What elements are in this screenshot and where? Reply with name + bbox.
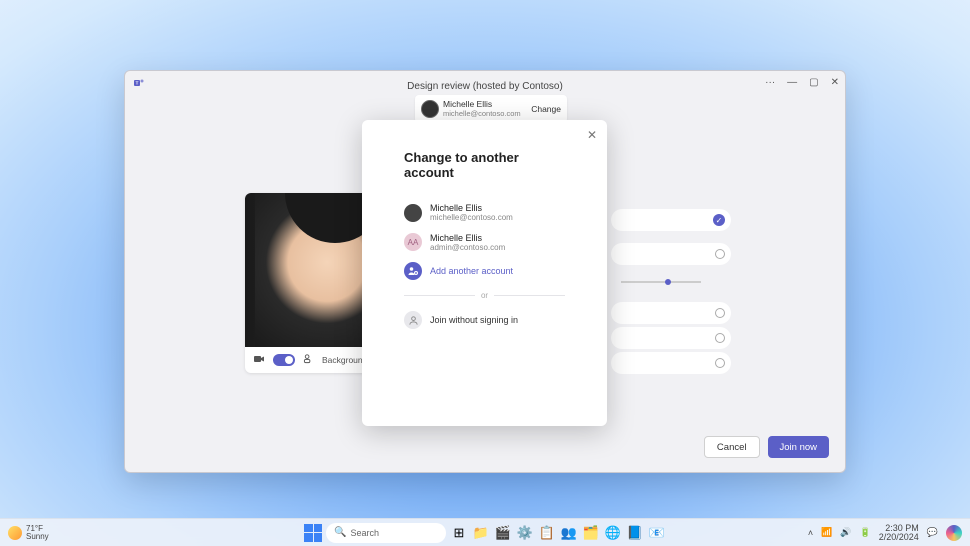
volume-slider[interactable]	[611, 271, 731, 293]
preview-face	[255, 193, 375, 347]
tray-chevron-icon[interactable]: ˄	[808, 528, 813, 538]
word-icon[interactable]: 📘	[626, 524, 644, 542]
join-guest-label: Join without signing in	[430, 315, 518, 325]
audio-settings[interactable]	[611, 243, 731, 265]
change-account-modal: ✕ Change to another account Michelle Ell…	[362, 120, 607, 426]
teams-app-icon: T	[133, 77, 145, 92]
close-icon[interactable]: ✕	[831, 77, 839, 88]
wifi-icon[interactable]: 📶	[821, 527, 832, 538]
copilot-icon[interactable]	[946, 525, 962, 541]
teams-taskbar-icon[interactable]: 👥	[560, 524, 578, 542]
search-placeholder: Search	[350, 528, 379, 538]
avatar	[421, 100, 439, 118]
account-item-0[interactable]: Michelle Ellis michelle@contoso.com	[404, 198, 565, 228]
background-filters-icon[interactable]	[303, 353, 314, 367]
audio-option-selected[interactable]: ✓	[611, 209, 731, 231]
add-another-account[interactable]: Add another account	[404, 257, 565, 285]
battery-icon[interactable]: 🔋	[860, 527, 871, 538]
settings-icon[interactable]: ⚙️	[516, 524, 534, 542]
outlook-icon[interactable]: 📧	[648, 524, 666, 542]
task-view-icon[interactable]: ⊞	[450, 524, 468, 542]
camera-icon[interactable]	[253, 354, 265, 367]
prejoin-actions: Cancel Join now	[704, 436, 829, 458]
cancel-button[interactable]: Cancel	[704, 436, 760, 458]
window-controls: ··· — ▢ ✕	[765, 77, 839, 88]
search-icon: 🔍	[334, 527, 346, 538]
add-another-label: Add another account	[430, 266, 513, 276]
account-email: michelle@contoso.com	[443, 110, 531, 118]
edge-icon[interactable]: 🌐	[604, 524, 622, 542]
check-icon: ✓	[713, 214, 725, 226]
weather-icon	[8, 526, 22, 540]
audio-option-3[interactable]	[611, 327, 731, 349]
weather-widget[interactable]: 71°F Sunny	[8, 525, 49, 541]
join-without-signin[interactable]: Join without signing in	[404, 306, 565, 334]
gear-icon	[715, 249, 725, 259]
add-account-icon	[404, 262, 422, 280]
explorer2-icon[interactable]: 🗂️	[582, 524, 600, 542]
maximize-icon[interactable]: ▢	[809, 77, 818, 88]
avatar: AA	[404, 233, 422, 251]
start-button[interactable]	[304, 524, 322, 542]
change-account-link[interactable]: Change	[531, 104, 561, 114]
more-icon[interactable]: ···	[765, 77, 775, 88]
volume-icon[interactable]: 🔊	[840, 527, 851, 538]
account-name: Michelle Ellis	[430, 203, 513, 213]
account-name: Michelle Ellis	[430, 233, 505, 243]
explorer-icon[interactable]: 📁	[472, 524, 490, 542]
account-item-1[interactable]: AA Michelle Ellis admin@contoso.com	[404, 228, 565, 258]
radio-icon	[715, 358, 725, 368]
account-banner: Michelle Ellis michelle@contoso.com Chan…	[415, 95, 567, 123]
taskbar: 71°F Sunny 🔍 Search ⊞ 📁 🎬 ⚙️ 📋 👥 🗂️ 🌐 📘 …	[0, 518, 970, 546]
audio-option-2[interactable]	[611, 302, 731, 324]
join-now-button[interactable]: Join now	[768, 436, 830, 458]
modal-close-icon[interactable]: ✕	[587, 128, 597, 142]
date: 2/20/2024	[879, 533, 919, 542]
account-email: michelle@contoso.com	[430, 213, 513, 222]
minimize-icon[interactable]: —	[787, 77, 797, 88]
taskbar-search[interactable]: 🔍 Search	[326, 523, 446, 543]
modal-divider: or	[404, 291, 565, 300]
whiteboard-icon[interactable]: 📋	[538, 524, 556, 542]
video-icon[interactable]: 🎬	[494, 524, 512, 542]
camera-toggle[interactable]	[273, 354, 295, 366]
weather-cond: Sunny	[26, 533, 49, 541]
modal-title: Change to another account	[404, 150, 565, 180]
clock[interactable]: 2:30 PM 2/20/2024	[879, 524, 919, 542]
audio-option-4[interactable]	[611, 352, 731, 374]
radio-icon	[715, 308, 725, 318]
system-tray: ˄ 📶 🔊 🔋 2:30 PM 2/20/2024 💬	[808, 524, 962, 542]
notifications-icon[interactable]: 💬	[927, 527, 938, 538]
guest-icon	[404, 311, 422, 329]
window-title: Design review (hosted by Contoso)	[125, 81, 845, 92]
avatar	[404, 204, 422, 222]
account-email: admin@contoso.com	[430, 243, 505, 252]
taskbar-center: 🔍 Search ⊞ 📁 🎬 ⚙️ 📋 👥 🗂️ 🌐 📘 📧	[304, 523, 666, 543]
svg-text:T: T	[136, 81, 139, 86]
radio-icon	[715, 333, 725, 343]
